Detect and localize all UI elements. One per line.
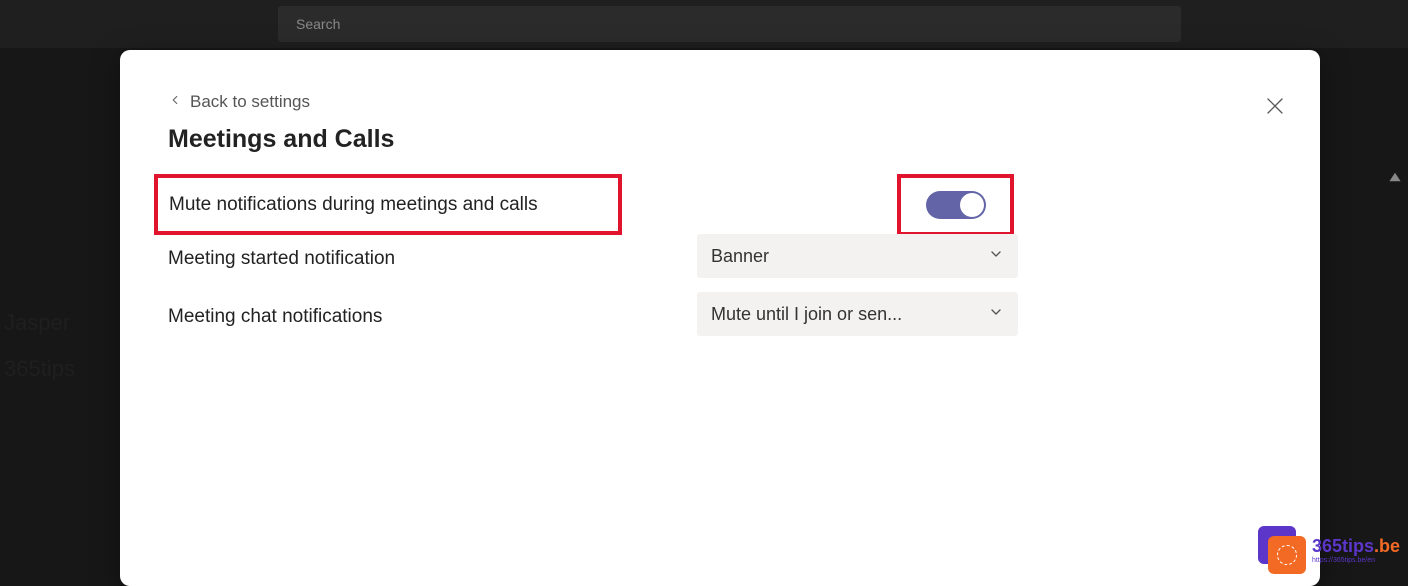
mute-notifications-label: Mute notifications during meetings and c…	[169, 194, 538, 216]
watermark-brand: 365tips	[1312, 536, 1374, 556]
chevron-down-icon	[988, 246, 1004, 267]
meeting-chat-label: Meeting chat notifications	[168, 306, 382, 328]
meeting-chat-value: Mute until I join or sen...	[711, 304, 902, 325]
watermark: 365tips.be https://365tips.be/en	[1258, 526, 1400, 574]
search-placeholder: Search	[296, 16, 340, 32]
meeting-chat-row: Meeting chat notifications	[168, 306, 382, 328]
highlight-mute-label: Mute notifications during meetings and c…	[154, 174, 622, 235]
watermark-logo-icon	[1258, 526, 1306, 574]
meeting-started-row: Meeting started notification	[168, 248, 395, 270]
back-link-label: Back to settings	[190, 92, 310, 112]
meeting-started-value: Banner	[711, 246, 769, 267]
close-button[interactable]	[1263, 94, 1287, 118]
page-title: Meetings and Calls	[168, 125, 394, 154]
mute-notifications-toggle[interactable]	[926, 191, 986, 219]
search-input[interactable]: Search	[278, 6, 1181, 42]
watermark-tld: .be	[1374, 536, 1400, 556]
meeting-started-dropdown[interactable]: Banner	[697, 234, 1018, 278]
watermark-text: 365tips.be https://365tips.be/en	[1312, 537, 1400, 564]
app-topbar: Search	[0, 0, 1408, 48]
background-username: Jasper	[4, 310, 70, 336]
meeting-chat-dropdown[interactable]: Mute until I join or sen...	[697, 292, 1018, 336]
scrollbar-up-button[interactable]	[1388, 170, 1404, 186]
meeting-started-label: Meeting started notification	[168, 248, 395, 270]
triangle-up-icon	[1388, 171, 1402, 188]
background-sitename: 365tips	[4, 356, 75, 382]
chevron-down-icon	[988, 304, 1004, 325]
chevron-left-icon	[168, 92, 182, 112]
toggle-knob	[960, 193, 984, 217]
watermark-url: https://365tips.be/en	[1312, 557, 1400, 564]
close-icon	[1263, 105, 1287, 122]
back-to-settings-link[interactable]: Back to settings	[168, 92, 310, 112]
highlight-mute-toggle	[897, 174, 1014, 236]
